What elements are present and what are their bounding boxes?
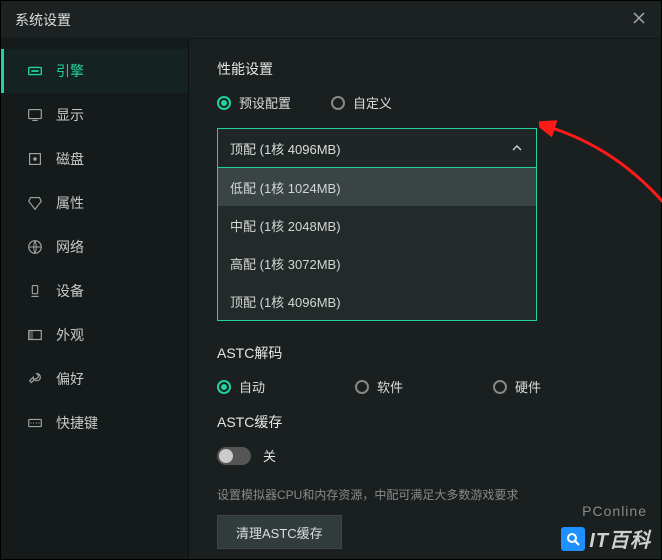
radio-dot-icon [355, 380, 369, 394]
sidebar: 引擎 显示 磁盘 属性 网络 设备 外观 偏好 [1, 39, 189, 559]
sidebar-item-network[interactable]: 网络 [1, 225, 188, 269]
astc-cache-title: ASTC缓存 [217, 412, 633, 432]
watermark-source: PConline [582, 503, 647, 519]
sidebar-item-label: 引擎 [56, 61, 84, 81]
radio-dot-icon [493, 380, 507, 394]
clear-astc-button[interactable]: 清理ASTC缓存 [217, 515, 342, 549]
sidebar-item-preferences[interactable]: 偏好 [1, 357, 188, 401]
sidebar-item-device[interactable]: 设备 [1, 269, 188, 313]
radio-dot-icon [331, 96, 345, 110]
radio-label: 软件 [377, 377, 403, 396]
toggle-state-label: 关 [263, 446, 276, 465]
radio-label: 硬件 [515, 377, 541, 396]
dropdown-option-low[interactable]: 低配 (1核 1024MB) [218, 168, 536, 206]
radio-astc-auto[interactable]: 自动 [217, 377, 265, 396]
radio-astc-hardware[interactable]: 硬件 [493, 377, 541, 396]
close-icon[interactable] [631, 10, 647, 29]
dropdown-selected[interactable]: 顶配 (1核 4096MB) [218, 129, 536, 167]
radio-label: 自定义 [353, 93, 392, 112]
radio-preset[interactable]: 预设配置 [217, 93, 291, 112]
watermark-brand: IT百科 [561, 524, 651, 553]
dropdown-option-top[interactable]: 顶配 (1核 4096MB) [218, 282, 536, 320]
sidebar-item-disk[interactable]: 磁盘 [1, 137, 188, 181]
radio-label: 预设配置 [239, 93, 291, 112]
sidebar-item-label: 偏好 [56, 369, 84, 389]
sidebar-item-label: 磁盘 [56, 149, 84, 169]
dropdown-selected-label: 顶配 (1核 4096MB) [230, 139, 341, 158]
chevron-up-icon [510, 141, 524, 155]
radio-astc-software[interactable]: 软件 [355, 377, 403, 396]
preset-dropdown[interactable]: 顶配 (1核 4096MB) 低配 (1核 1024MB) 中配 (1核 204… [217, 128, 537, 321]
radio-dot-icon [217, 96, 231, 110]
sidebar-item-label: 快捷键 [56, 413, 98, 433]
magnifier-icon [561, 527, 585, 551]
dropdown-options: 低配 (1核 1024MB) 中配 (1核 2048MB) 高配 (1核 307… [218, 167, 536, 320]
annotation-arrow-icon [539, 119, 662, 219]
dropdown-option-high[interactable]: 高配 (1核 3072MB) [218, 244, 536, 282]
dropdown-option-mid[interactable]: 中配 (1核 2048MB) [218, 206, 536, 244]
sidebar-item-label: 属性 [56, 193, 84, 213]
sidebar-item-engine[interactable]: 引擎 [1, 49, 188, 93]
radio-dot-icon [217, 380, 231, 394]
footer-hint: 设置模拟器CPU和内存资源，中配可满足大多数游戏要求 [217, 486, 633, 503]
sidebar-item-label: 外观 [56, 325, 84, 345]
radio-custom[interactable]: 自定义 [331, 93, 392, 112]
sidebar-item-appearance[interactable]: 外观 [1, 313, 188, 357]
sidebar-item-display[interactable]: 显示 [1, 93, 188, 137]
perf-title: 性能设置 [217, 59, 633, 79]
sidebar-item-label: 设备 [56, 281, 84, 301]
astc-decode-title: ASTC解码 [217, 343, 633, 363]
sidebar-item-label: 显示 [56, 105, 84, 125]
astc-cache-toggle[interactable] [217, 447, 251, 465]
header: 系统设置 [1, 1, 661, 39]
radio-label: 自动 [239, 377, 265, 396]
main-content: 性能设置 预设配置 自定义 顶配 (1核 4096MB) 低配 (1核 1024… [189, 39, 661, 559]
sidebar-item-label: 网络 [56, 237, 84, 257]
header-title: 系统设置 [15, 10, 71, 30]
sidebar-item-shortcuts[interactable]: 快捷键 [1, 401, 188, 445]
sidebar-item-attributes[interactable]: 属性 [1, 181, 188, 225]
